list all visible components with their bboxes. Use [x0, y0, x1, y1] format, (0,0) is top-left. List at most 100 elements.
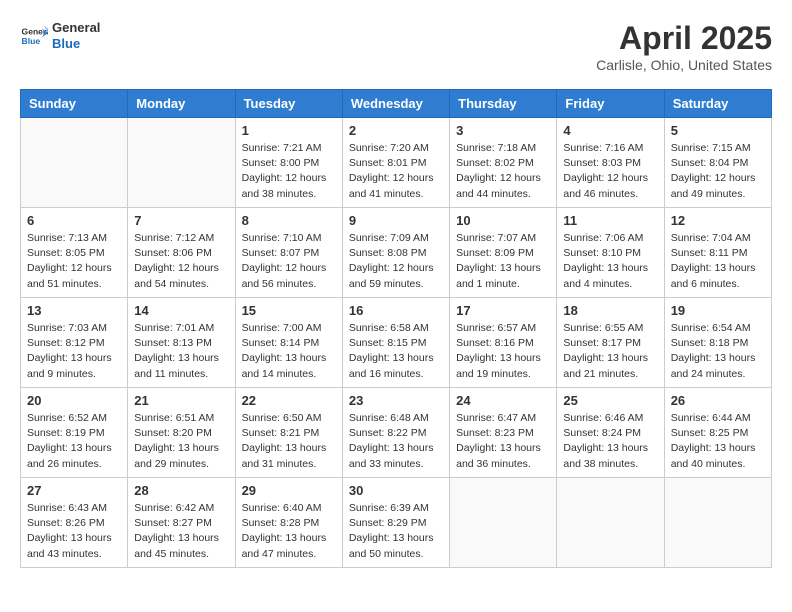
week-row: 27 Sunrise: 6:43 AM Sunset: 8:26 PM Dayli… [21, 478, 772, 568]
calendar-subtitle: Carlisle, Ohio, United States [596, 57, 772, 73]
day-info: Sunrise: 6:57 AM Sunset: 8:16 PM Dayligh… [456, 321, 550, 382]
calendar-cell: 10Sunrise: 7:07 AM Sunset: 8:09 PM Dayli… [450, 208, 557, 298]
day-info: Sunrise: 6:44 AM Sunset: 8:25 PM Dayligh… [671, 411, 765, 472]
day-number: 13 [27, 303, 121, 318]
day-number: 15 [242, 303, 336, 318]
calendar-cell [664, 478, 771, 568]
logo: General Blue General Blue [20, 20, 100, 51]
calendar-cell: 7 Sunrise: 7:12 AM Sunset: 8:06 PM Daylig… [128, 208, 235, 298]
day-number: 1 [242, 123, 336, 138]
weekday-header-row: SundayMondayTuesdayWednesdayThursdayFrid… [21, 90, 772, 118]
day-info: Sunrise: 7:04 AM Sunset: 8:11 PM Dayligh… [671, 231, 765, 292]
day-number: 25 [563, 393, 657, 408]
day-info: Sunrise: 6:50 AM Sunset: 8:21 PM Dayligh… [242, 411, 336, 472]
day-number: 30 [349, 483, 443, 498]
logo-text-blue: Blue [52, 36, 80, 51]
day-number: 20 [27, 393, 121, 408]
day-info: Sunrise: 7:18 AM Sunset: 8:02 PM Dayligh… [456, 141, 550, 202]
calendar-cell: 25 Sunrise: 6:46 AM Sunset: 8:24 PM Dayli… [557, 388, 664, 478]
day-number: 12 [671, 213, 765, 228]
day-info: Sunrise: 7:01 AM Sunset: 8:13 PM Dayligh… [134, 321, 228, 382]
day-info: Sunrise: 7:20 AM Sunset: 8:01 PM Dayligh… [349, 141, 443, 202]
day-info: Sunrise: 6:52 AM Sunset: 8:19 PM Dayligh… [27, 411, 121, 472]
day-number: 29 [242, 483, 336, 498]
day-number: 4 [563, 123, 657, 138]
calendar-cell [128, 118, 235, 208]
day-info: Sunrise: 6:58 AM Sunset: 8:15 PM Dayligh… [349, 321, 443, 382]
day-number: 21 [134, 393, 228, 408]
calendar-cell [557, 478, 664, 568]
day-info: Sunrise: 7:15 AM Sunset: 8:04 PM Dayligh… [671, 141, 765, 202]
day-info: Sunrise: 6:39 AM Sunset: 8:29 PM Dayligh… [349, 501, 443, 562]
calendar-title: April 2025 [596, 20, 772, 57]
calendar-cell: 14Sunrise: 7:01 AM Sunset: 8:13 PM Dayli… [128, 298, 235, 388]
day-number: 18 [563, 303, 657, 318]
calendar-cell: 5 Sunrise: 7:15 AM Sunset: 8:04 PM Daylig… [664, 118, 771, 208]
weekday-header: Monday [128, 90, 235, 118]
weekday-header: Thursday [450, 90, 557, 118]
day-number: 10 [456, 213, 550, 228]
day-number: 23 [349, 393, 443, 408]
calendar-cell: 30 Sunrise: 6:39 AM Sunset: 8:29 PM Dayli… [342, 478, 449, 568]
calendar-cell: 20 Sunrise: 6:52 AM Sunset: 8:19 PM Dayli… [21, 388, 128, 478]
day-number: 16 [349, 303, 443, 318]
calendar-cell: 3 Sunrise: 7:18 AM Sunset: 8:02 PM Daylig… [450, 118, 557, 208]
day-number: 3 [456, 123, 550, 138]
day-info: Sunrise: 6:47 AM Sunset: 8:23 PM Dayligh… [456, 411, 550, 472]
calendar-cell: 18 Sunrise: 6:55 AM Sunset: 8:17 PM Dayli… [557, 298, 664, 388]
calendar-cell: 19Sunrise: 6:54 AM Sunset: 8:18 PM Dayli… [664, 298, 771, 388]
day-number: 24 [456, 393, 550, 408]
calendar-cell: 21 Sunrise: 6:51 AM Sunset: 8:20 PM Dayli… [128, 388, 235, 478]
calendar-cell [21, 118, 128, 208]
day-number: 26 [671, 393, 765, 408]
day-info: Sunrise: 6:51 AM Sunset: 8:20 PM Dayligh… [134, 411, 228, 472]
calendar-cell: 27 Sunrise: 6:43 AM Sunset: 8:26 PM Dayli… [21, 478, 128, 568]
day-info: Sunrise: 7:13 AM Sunset: 8:05 PM Dayligh… [27, 231, 121, 292]
week-row: 13Sunrise: 7:03 AM Sunset: 8:12 PM Dayli… [21, 298, 772, 388]
calendar-cell: 22 Sunrise: 6:50 AM Sunset: 8:21 PM Dayli… [235, 388, 342, 478]
weekday-header: Saturday [664, 90, 771, 118]
calendar-cell: 24 Sunrise: 6:47 AM Sunset: 8:23 PM Dayli… [450, 388, 557, 478]
day-info: Sunrise: 6:55 AM Sunset: 8:17 PM Dayligh… [563, 321, 657, 382]
title-block: April 2025 Carlisle, Ohio, United States [596, 20, 772, 73]
calendar-cell: 9 Sunrise: 7:09 AM Sunset: 8:08 PM Daylig… [342, 208, 449, 298]
day-number: 28 [134, 483, 228, 498]
day-info: Sunrise: 7:09 AM Sunset: 8:08 PM Dayligh… [349, 231, 443, 292]
day-info: Sunrise: 7:21 AM Sunset: 8:00 PM Dayligh… [242, 141, 336, 202]
day-info: Sunrise: 6:48 AM Sunset: 8:22 PM Dayligh… [349, 411, 443, 472]
calendar-cell: 23 Sunrise: 6:48 AM Sunset: 8:22 PM Dayli… [342, 388, 449, 478]
day-info: Sunrise: 6:43 AM Sunset: 8:26 PM Dayligh… [27, 501, 121, 562]
calendar-cell: 1 Sunrise: 7:21 AM Sunset: 8:00 PM Daylig… [235, 118, 342, 208]
day-number: 22 [242, 393, 336, 408]
day-info: Sunrise: 7:06 AM Sunset: 8:10 PM Dayligh… [563, 231, 657, 292]
calendar-cell: 2 Sunrise: 7:20 AM Sunset: 8:01 PM Daylig… [342, 118, 449, 208]
weekday-header: Friday [557, 90, 664, 118]
day-number: 5 [671, 123, 765, 138]
day-info: Sunrise: 7:12 AM Sunset: 8:06 PM Dayligh… [134, 231, 228, 292]
calendar-cell: 13Sunrise: 7:03 AM Sunset: 8:12 PM Dayli… [21, 298, 128, 388]
calendar-table: SundayMondayTuesdayWednesdayThursdayFrid… [20, 89, 772, 568]
weekday-header: Wednesday [342, 90, 449, 118]
day-number: 2 [349, 123, 443, 138]
day-info: Sunrise: 7:00 AM Sunset: 8:14 PM Dayligh… [242, 321, 336, 382]
day-info: Sunrise: 7:16 AM Sunset: 8:03 PM Dayligh… [563, 141, 657, 202]
weekday-header: Sunday [21, 90, 128, 118]
page-header: General Blue General Blue April 2025 Car… [20, 20, 772, 73]
day-number: 7 [134, 213, 228, 228]
day-number: 6 [27, 213, 121, 228]
day-number: 9 [349, 213, 443, 228]
day-info: Sunrise: 6:42 AM Sunset: 8:27 PM Dayligh… [134, 501, 228, 562]
calendar-cell: 12 Sunrise: 7:04 AM Sunset: 8:11 PM Dayli… [664, 208, 771, 298]
day-info: Sunrise: 6:46 AM Sunset: 8:24 PM Dayligh… [563, 411, 657, 472]
day-number: 27 [27, 483, 121, 498]
day-info: Sunrise: 7:10 AM Sunset: 8:07 PM Dayligh… [242, 231, 336, 292]
day-info: Sunrise: 6:40 AM Sunset: 8:28 PM Dayligh… [242, 501, 336, 562]
calendar-cell: 28 Sunrise: 6:42 AM Sunset: 8:27 PM Dayli… [128, 478, 235, 568]
week-row: 6 Sunrise: 7:13 AM Sunset: 8:05 PM Daylig… [21, 208, 772, 298]
calendar-cell: 6 Sunrise: 7:13 AM Sunset: 8:05 PM Daylig… [21, 208, 128, 298]
calendar-cell: 15 Sunrise: 7:00 AM Sunset: 8:14 PM Dayli… [235, 298, 342, 388]
day-number: 19 [671, 303, 765, 318]
logo-text-general: General [52, 20, 100, 35]
logo-icon: General Blue [20, 22, 48, 50]
calendar-cell: 8Sunrise: 7:10 AM Sunset: 8:07 PM Daylig… [235, 208, 342, 298]
